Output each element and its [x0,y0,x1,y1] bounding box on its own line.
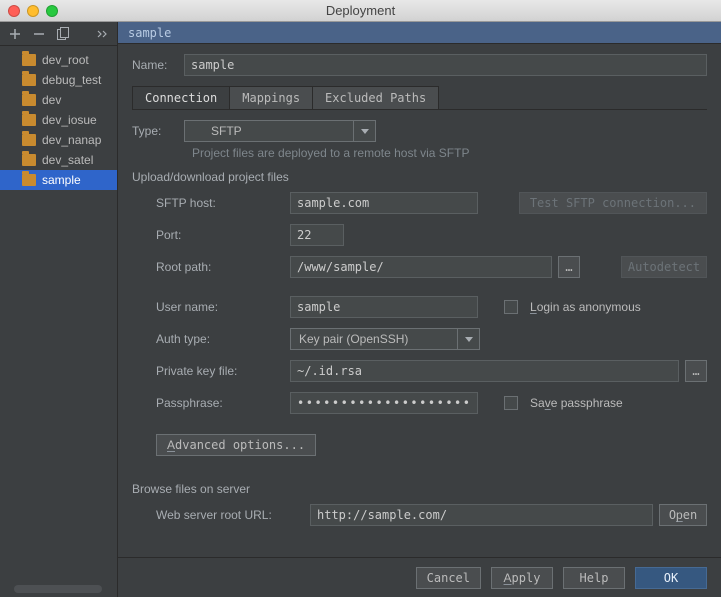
folder-icon [22,154,36,166]
web-url-input[interactable] [310,504,653,526]
folder-icon [22,114,36,126]
tree-item[interactable]: dev_nanap [0,130,117,150]
auth-type-label: Auth type: [156,332,284,346]
open-url-button[interactable]: Open [659,504,707,526]
tree-item-label: dev_iosue [42,113,97,127]
type-hint: Project files are deployed to a remote h… [192,146,707,160]
anonymous-label: Login as anonymous [530,300,641,314]
tab-mappings[interactable]: Mappings [229,86,313,109]
type-value: SFTP [211,124,242,138]
folder-icon [22,94,36,106]
private-key-label: Private key file: [156,364,284,378]
sidebar-toolbar [0,22,117,46]
ok-button[interactable]: OK [635,567,707,589]
tree-item[interactable]: dev_satel [0,150,117,170]
port-label: Port: [156,228,284,242]
tab-connection[interactable]: Connection [132,86,230,109]
cancel-button[interactable]: Cancel [416,567,481,589]
folder-icon [22,174,36,186]
titlebar: Deployment [0,0,721,22]
auth-type-select[interactable]: Key pair (OpenSSH) [290,328,480,350]
chevron-down-icon [458,328,480,350]
tree-item-label: dev [42,93,61,107]
window-title: Deployment [0,3,721,18]
type-label: Type: [132,124,174,138]
tab-excluded[interactable]: Excluded Paths [312,86,439,109]
root-path-input[interactable] [290,256,552,278]
tree-item-label: sample [42,173,81,187]
remove-icon[interactable] [32,27,46,41]
sidebar: dev_root debug_test dev dev_iosue dev_na… [0,22,118,597]
folder-icon [193,126,205,136]
tabs: Connection Mappings Excluded Paths [132,86,707,110]
type-select[interactable]: SFTP [184,120,376,142]
folder-icon [22,54,36,66]
group-browse-label: Browse files on server [132,482,707,496]
auth-type-value: Key pair (OpenSSH) [299,332,408,346]
tree-item-label: dev_root [42,53,89,67]
add-icon[interactable] [8,27,22,41]
tree-item-label: debug_test [42,73,101,87]
content-header: sample [118,22,721,44]
name-input[interactable] [184,54,707,76]
tree-item[interactable]: dev_root [0,50,117,70]
port-input[interactable] [290,224,344,246]
username-input[interactable] [290,296,478,318]
save-passphrase-checkbox[interactable] [504,396,518,410]
private-key-input[interactable] [290,360,679,382]
root-path-browse-button[interactable]: … [558,256,580,278]
anonymous-checkbox[interactable] [504,300,518,314]
autodetect-button[interactable]: Autodetect [621,256,707,278]
apply-button[interactable]: Apply [491,567,553,589]
help-button[interactable]: Help [563,567,625,589]
advanced-options-button[interactable]: Advanced options... [156,434,316,456]
group-upload-label: Upload/download project files [132,170,707,184]
tree-item[interactable]: debug_test [0,70,117,90]
web-url-label: Web server root URL: [156,508,304,522]
tree-item[interactable]: sample [0,170,117,190]
username-label: User name: [156,300,284,314]
private-key-browse-button[interactable]: … [685,360,707,382]
folder-icon [22,134,36,146]
chevron-right-icon[interactable] [95,27,109,41]
test-connection-button[interactable]: Test SFTP connection... [519,192,707,214]
root-path-label: Root path: [156,260,284,274]
chevron-down-icon [354,120,376,142]
horizontal-scrollbar[interactable] [14,585,102,593]
name-label: Name: [132,58,174,72]
host-input[interactable] [290,192,478,214]
host-label: SFTP host: [156,196,284,210]
tree-item[interactable]: dev [0,90,117,110]
tree-item-label: dev_satel [42,153,93,167]
dialog-footer: Cancel Apply Help OK [118,557,721,597]
tree-item-label: dev_nanap [42,133,101,147]
tree-item[interactable]: dev_iosue [0,110,117,130]
save-passphrase-label: Save passphrase [530,396,623,410]
server-tree: dev_root debug_test dev dev_iosue dev_na… [0,46,117,190]
folder-icon [22,74,36,86]
passphrase-input[interactable] [290,392,478,414]
copy-icon[interactable] [56,27,70,41]
passphrase-label: Passphrase: [156,396,284,410]
